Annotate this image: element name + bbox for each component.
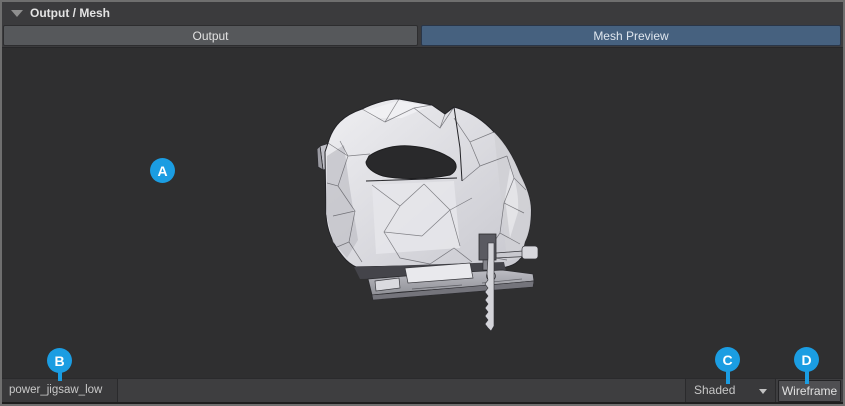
bottom-divider (2, 402, 843, 404)
model-name-label[interactable]: power_jigsaw_low (2, 379, 118, 403)
annotation-badge-b: B (47, 348, 72, 373)
foldout-triangle-icon[interactable] (11, 10, 23, 17)
panel-header: Output / Mesh (2, 2, 843, 24)
shading-mode-dropdown[interactable]: Shaded (685, 379, 776, 403)
annotation-badge-a: A (150, 158, 175, 183)
mesh-preview-viewport[interactable] (2, 47, 843, 378)
output-mesh-panel: Output / Mesh Output Mesh Preview (0, 0, 845, 406)
tab-bar: Output Mesh Preview (2, 24, 843, 47)
panel-title: Output / Mesh (30, 6, 110, 20)
tab-output-label: Output (192, 29, 228, 43)
jigsaw-mesh (2, 48, 843, 379)
tab-mesh-preview[interactable]: Mesh Preview (421, 25, 841, 46)
annotation-badge-c: C (715, 347, 740, 372)
preview-toolbar: power_jigsaw_low Shaded Wireframe (2, 378, 843, 402)
chevron-down-icon (759, 389, 767, 394)
tab-output[interactable]: Output (3, 25, 418, 46)
tab-mesh-preview-label: Mesh Preview (593, 29, 668, 43)
wireframe-toggle-button[interactable]: Wireframe (778, 380, 841, 402)
annotation-badge-d: D (794, 347, 819, 372)
wireframe-toggle-label: Wireframe (782, 384, 837, 398)
shading-mode-value: Shaded (694, 383, 735, 397)
